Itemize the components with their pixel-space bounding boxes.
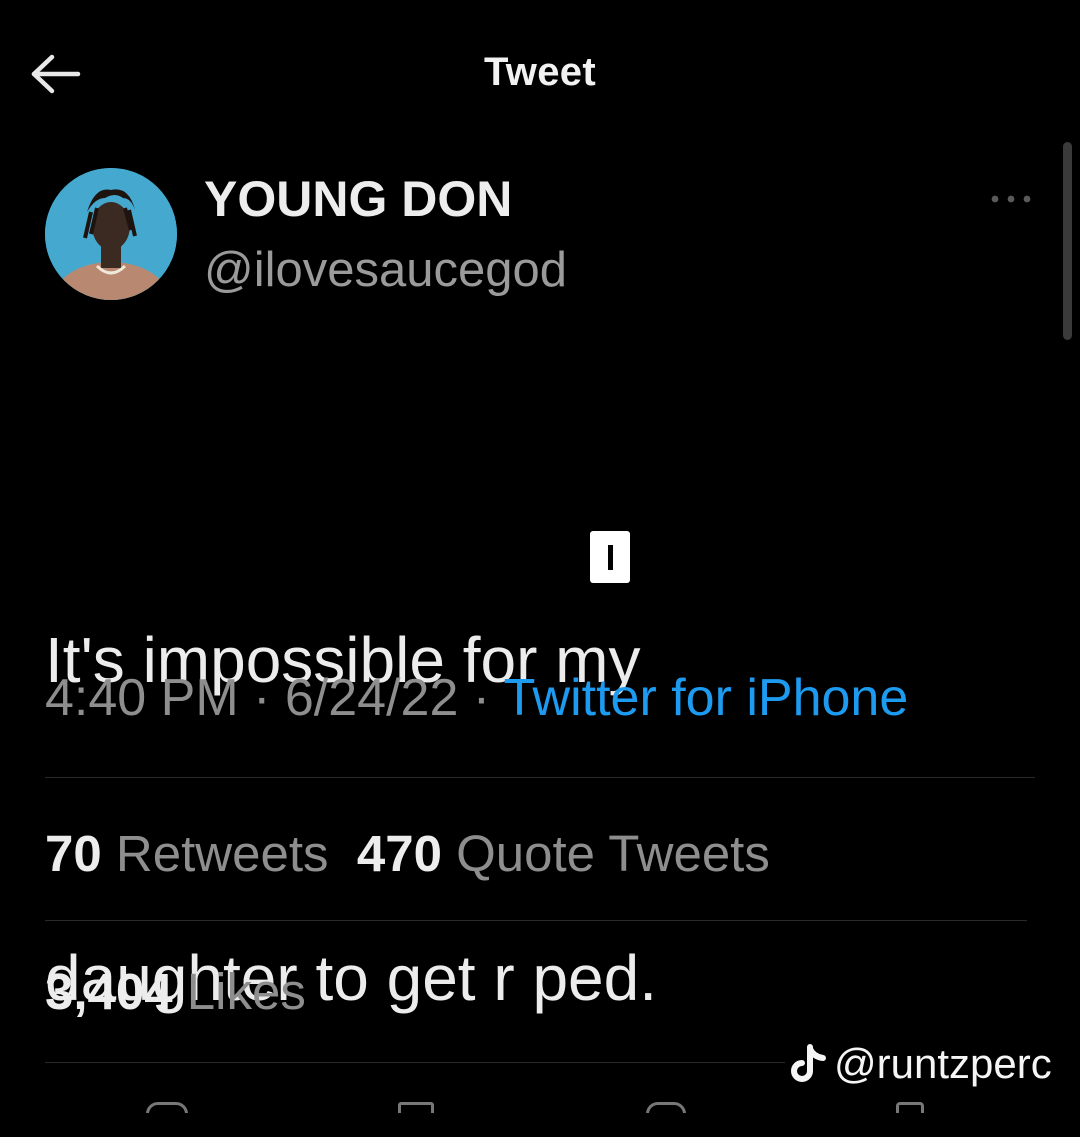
author-handle[interactable]: @ilovesaucegod — [204, 242, 567, 298]
tweet-source-link[interactable]: Twitter for iPhone — [504, 669, 909, 727]
likes-label: Likes — [186, 963, 306, 1020]
quotes-count: 470 — [356, 825, 442, 882]
share-icon[interactable] — [896, 1102, 924, 1113]
author-display-name[interactable]: YOUNG DON — [204, 170, 512, 228]
ellipsis-icon — [991, 195, 1031, 203]
retweet-icon[interactable] — [398, 1102, 434, 1113]
retweets-count: 70 — [45, 825, 102, 882]
like-icon[interactable] — [646, 1102, 686, 1113]
tiktok-watermark: @runtzperc — [790, 1040, 1052, 1088]
scrollbar[interactable] — [1063, 142, 1072, 340]
engagement-stats: 70 Retweets 470 Quote Tweets — [45, 824, 770, 883]
avatar[interactable] — [45, 168, 177, 300]
quote-tweets-stat[interactable]: 470 Quote Tweets — [357, 825, 770, 882]
more-options-button[interactable] — [985, 184, 1037, 214]
divider — [45, 777, 1035, 778]
watermark-handle: @runtzperc — [834, 1040, 1052, 1087]
tweet-metadata: 4:40 PM · 6/24/22 · Twitter for iPhone — [45, 668, 908, 728]
top-bar: Tweet — [0, 0, 1080, 150]
likes-count: 3,404 — [45, 963, 173, 1020]
divider — [45, 1062, 785, 1063]
retweets-label: Retweets — [115, 825, 329, 882]
reply-icon[interactable] — [146, 1102, 188, 1113]
likes-stat[interactable]: 3,404 Likes — [45, 962, 306, 1021]
tiktok-icon — [791, 1044, 826, 1082]
retweets-stat[interactable]: 70 Retweets — [45, 825, 329, 882]
tweet-action-bar — [0, 1098, 1080, 1113]
page-title: Tweet — [484, 50, 596, 94]
profile-photo — [45, 168, 177, 300]
divider — [45, 920, 1027, 921]
tweet-text: It's impossible for my daughter to get r… — [45, 395, 1005, 1137]
quotes-label: Quote Tweets — [456, 825, 770, 882]
censor-sticker — [590, 531, 630, 583]
tweet-timestamp: 4:40 PM · 6/24/22 · — [45, 669, 504, 727]
